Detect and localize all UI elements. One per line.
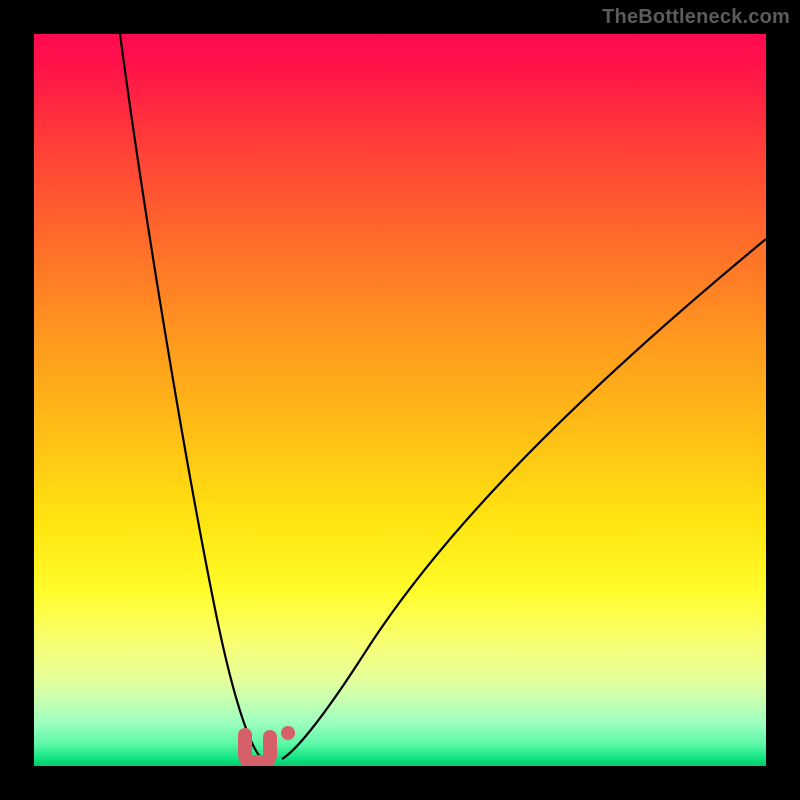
curves-layer (34, 34, 766, 766)
outer-frame: TheBottleneck.com (0, 0, 800, 800)
plot-area (34, 34, 766, 766)
watermark-text: TheBottleneck.com (602, 6, 790, 29)
u-marker-icon (245, 735, 270, 762)
dot-marker-icon (281, 726, 295, 740)
curve-right-branch (282, 239, 766, 759)
curve-left-branch (120, 34, 262, 759)
